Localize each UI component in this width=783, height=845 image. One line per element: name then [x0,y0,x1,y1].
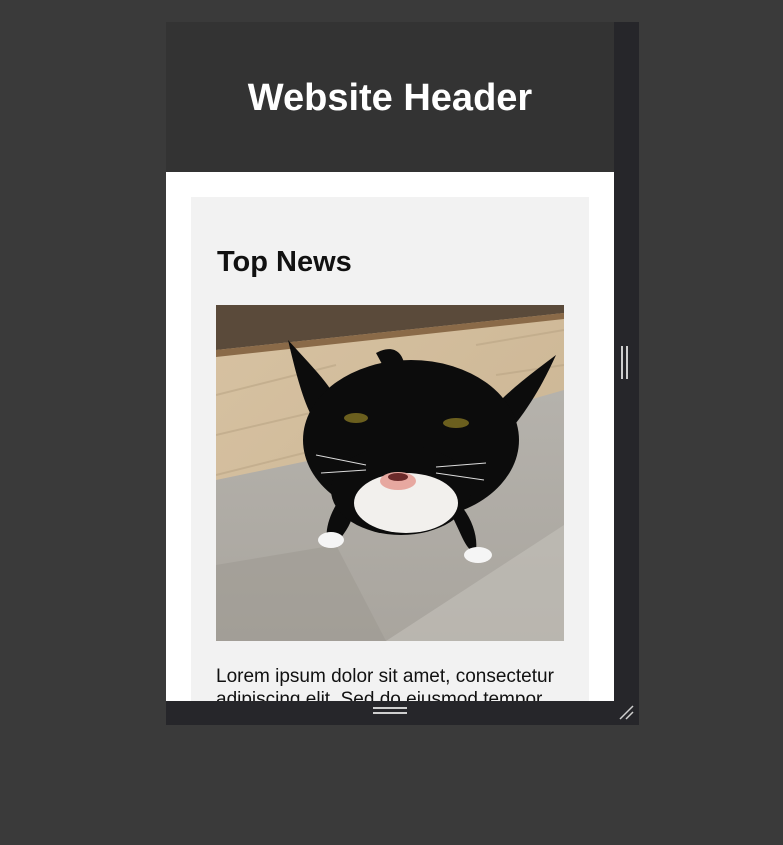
main-content: Top News Lorem ipsum dolor sit amet, con… [166,172,614,701]
site-header-title: Website Header [247,76,533,119]
site-header: Website Header [166,22,614,172]
corner-resize-grip-icon[interactable] [618,704,635,721]
news-card: Top News Lorem ipsum dolor sit amet, con… [191,197,589,701]
vertical-resize-handle-icon[interactable] [621,346,630,379]
horizontal-resize-handle-icon[interactable] [373,707,407,716]
news-body-text: Lorem ipsum dolor sit amet, consectetur … [216,666,554,701]
news-heading: Top News [217,246,352,278]
cat-photo [216,305,564,641]
responsive-preview-frame: Website Header Top News Lorem ipsum dolo… [166,22,639,725]
page-viewport[interactable]: Website Header Top News Lorem ipsum dolo… [166,22,614,701]
